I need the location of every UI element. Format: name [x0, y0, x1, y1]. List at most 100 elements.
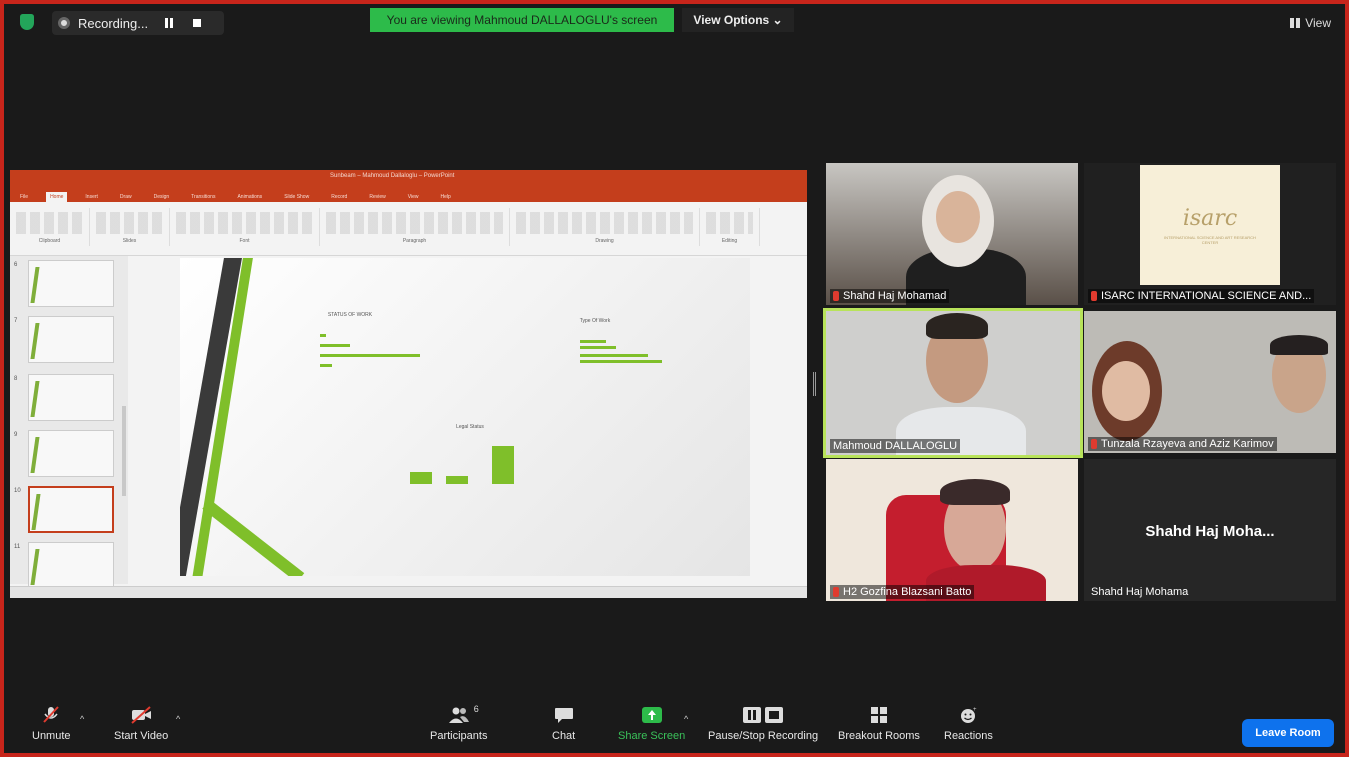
unmute-button[interactable]: Unmute	[32, 706, 71, 742]
chart-bar	[580, 354, 648, 357]
ribbon-tab[interactable]: Transitions	[187, 192, 219, 202]
mic-muted-icon	[833, 291, 839, 302]
unmute-label: Unmute	[32, 730, 71, 742]
ribbon-tab[interactable]: Insert	[81, 192, 102, 202]
security-shield-icon[interactable]	[20, 14, 34, 30]
breakout-rooms-icon	[870, 707, 887, 723]
audio-options-chevron-up-icon[interactable]: ^	[80, 714, 84, 724]
chart-title-status: STATUS OF WORK	[327, 312, 373, 318]
view-button[interactable]: View	[1290, 16, 1331, 30]
chart-bar	[320, 364, 332, 367]
share-screen-label: Share Screen	[618, 730, 686, 742]
grid-view-icon	[1290, 18, 1301, 28]
mic-muted-icon	[833, 587, 839, 598]
view-options-button[interactable]: View Options ⌄	[682, 8, 794, 32]
chart-bar	[580, 346, 616, 349]
participant-name: Tunzala Rzayeva and Aziz Karimov	[1088, 437, 1277, 451]
start-video-label: Start Video	[114, 730, 169, 742]
video-tile[interactable]: H2 Gozfina Blazsani Batto	[826, 459, 1078, 601]
shared-screen: Sunbeam – Mahmoud Dallaloglu – PowerPoin…	[10, 170, 807, 598]
recording-indicator: Recording...	[52, 11, 224, 35]
chart-bar	[492, 446, 514, 484]
pause-stop-icon	[743, 707, 784, 723]
chart-bar	[580, 360, 662, 363]
ribbon-tab[interactable]: Help	[436, 192, 454, 202]
video-tile[interactable]: Shahd Haj Moha... Shahd Haj Mohama	[1084, 459, 1336, 601]
thumbnail-scrollbar[interactable]	[122, 406, 126, 496]
mic-muted-icon	[43, 706, 59, 723]
ribbon: Clipboard Slides Font Paragraph Drawing …	[10, 202, 807, 256]
ribbon-tab[interactable]: Review	[365, 192, 389, 202]
mic-muted-icon	[1091, 439, 1097, 450]
leave-room-button[interactable]: Leave Room	[1242, 719, 1334, 747]
stop-icon	[193, 19, 202, 27]
ribbon-tab[interactable]: View	[404, 192, 423, 202]
pause-stop-recording-button[interactable]: Pause/Stop Recording	[708, 706, 818, 742]
recording-label: Recording...	[78, 15, 149, 31]
slide-decoration	[202, 499, 305, 576]
legal-status-chart	[400, 438, 560, 484]
chat-icon	[554, 708, 573, 723]
participant-name: Shahd Haj Mohama	[1091, 586, 1189, 598]
participant-face	[1102, 361, 1150, 421]
chat-button[interactable]: Chat	[552, 706, 575, 742]
top-bar: Recording... You are viewing Mahmoud DAL…	[4, 4, 1345, 40]
stop-recording-button[interactable]	[190, 16, 204, 30]
ribbon-tab[interactable]: Draw	[116, 192, 136, 202]
isarc-logo-card: isarc INTERNATIONAL SCIENCE AND ART RESE…	[1140, 165, 1280, 285]
ribbon-tab[interactable]: Record	[327, 192, 351, 202]
participant-name: H2 Gozfina Blazsani Batto	[830, 585, 975, 599]
slide-thumbnails: 6 7 8 9 10 11	[10, 256, 128, 589]
slide-thumbnail[interactable]	[28, 542, 114, 589]
chart-bar	[580, 340, 606, 343]
ribbon-tab[interactable]: Design	[150, 192, 174, 202]
participants-label: Participants	[430, 730, 488, 742]
ribbon-tab[interactable]: Home	[46, 192, 68, 202]
slide-thumbnail[interactable]	[28, 316, 114, 363]
ribbon-tab[interactable]: Animations	[233, 192, 266, 202]
recording-dot-icon	[58, 17, 70, 29]
participants-button[interactable]: 6 Participants	[430, 704, 488, 742]
video-tile[interactable]: Shahd Haj Mohamad	[826, 163, 1078, 305]
share-screen-icon	[641, 707, 662, 723]
reactions-button[interactable]: + Reactions	[944, 706, 993, 742]
video-tile[interactable]: isarc INTERNATIONAL SCIENCE AND ART RESE…	[1084, 163, 1336, 305]
participant-hair	[940, 479, 1010, 505]
start-video-button[interactable]: Start Video	[114, 706, 168, 742]
chart-bar	[320, 344, 350, 347]
svg-text:+: +	[973, 707, 977, 713]
slide-thumbnail[interactable]	[28, 374, 114, 421]
share-screen-button[interactable]: Share Screen	[618, 706, 685, 742]
pause-stop-recording-label: Pause/Stop Recording	[708, 730, 819, 742]
slide-thumbnail-selected[interactable]	[28, 486, 114, 533]
panel-splitter-handle[interactable]	[813, 372, 816, 396]
chart-bar	[320, 354, 420, 357]
ribbon-group-paragraph: Paragraph	[320, 208, 510, 246]
video-tile[interactable]: Tunzala Rzayeva and Aziz Karimov	[1084, 311, 1336, 453]
ribbon-tab[interactable]: File	[16, 192, 32, 202]
powerpoint-title: Sunbeam – Mahmoud Dallaloglu – PowerPoin…	[330, 173, 455, 179]
ribbon-group-editing: Editing	[700, 208, 760, 246]
meeting-toolbar: Unmute ^ Start Video ^ 6 Participants Ch…	[4, 700, 1345, 753]
breakout-rooms-label: Breakout Rooms	[838, 730, 920, 742]
participants-icon	[448, 707, 469, 723]
video-tile-active-speaker[interactable]: Mahmoud DALLALOGLU	[823, 308, 1083, 458]
chart-title-legal: Legal Status	[456, 424, 484, 430]
participant-hair	[926, 313, 988, 339]
participant-hair	[1270, 335, 1328, 355]
ribbon-group-clipboard: Clipboard	[10, 208, 90, 246]
pause-recording-button[interactable]	[162, 16, 176, 30]
chat-label: Chat	[552, 730, 576, 742]
ribbon-tabs: File Home Insert Draw Design Transitions…	[10, 188, 807, 202]
video-options-chevron-up-icon[interactable]: ^	[176, 714, 180, 724]
isarc-subtitle: INTERNATIONAL SCIENCE AND ART RESEARCH C…	[1164, 234, 1256, 245]
slide-thumbnail[interactable]	[28, 260, 114, 307]
ribbon-tab[interactable]: Slide Show	[280, 192, 313, 202]
slide-canvas[interactable]: STATUS OF WORK Type Of Work Legal Status	[180, 258, 750, 576]
ribbon-group-drawing: Drawing	[510, 208, 700, 246]
breakout-rooms-button[interactable]: Breakout Rooms	[838, 706, 920, 742]
participant-name: Shahd Haj Mohamad	[830, 289, 950, 303]
share-options-chevron-up-icon[interactable]: ^	[684, 714, 688, 724]
slide-thumbnail[interactable]	[28, 430, 114, 477]
participant-name: ISARC INTERNATIONAL SCIENCE AND...	[1088, 289, 1315, 303]
